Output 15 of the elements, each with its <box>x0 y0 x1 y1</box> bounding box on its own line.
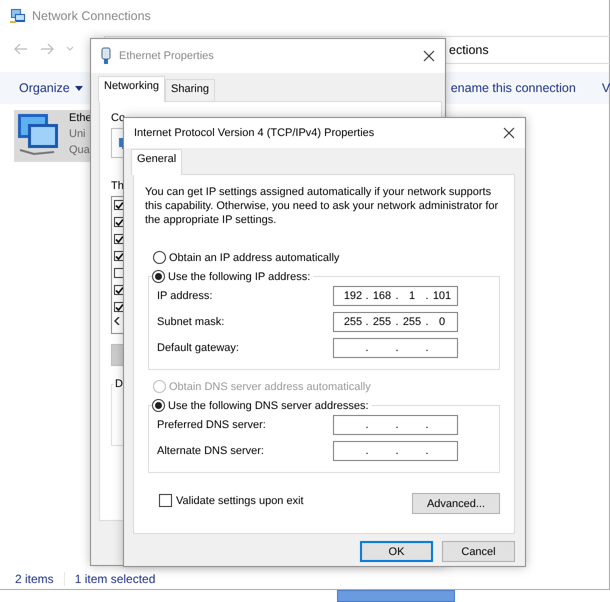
field-label: IP address: <box>157 290 214 302</box>
field-label: Alternate DNS server: <box>157 445 265 457</box>
dialog-title: Ethernet Properties <box>119 50 215 62</box>
window-title: Network Connections <box>32 9 151 23</box>
field-label: Subnet mask: <box>157 316 226 328</box>
dialog-title: Internet Protocol Version 4 (TCP/IPv4) Properties <box>134 127 376 139</box>
field-label: Default gateway: <box>157 342 240 354</box>
status-text: 1 item selected <box>64 572 156 586</box>
description-text: You can get IP settings assigned automatically if your network supports this capability. Otherwise, you need to ask your network administrator for the appropriate IP settings. <box>145 185 500 227</box>
field-label: Preferred DNS server: <box>157 419 267 431</box>
status-text: 2 items <box>15 572 54 586</box>
item-text: Uni <box>69 127 87 142</box>
group-label: D <box>114 378 124 390</box>
item-text: Qua <box>69 143 91 158</box>
section-label: Th <box>111 180 124 192</box>
